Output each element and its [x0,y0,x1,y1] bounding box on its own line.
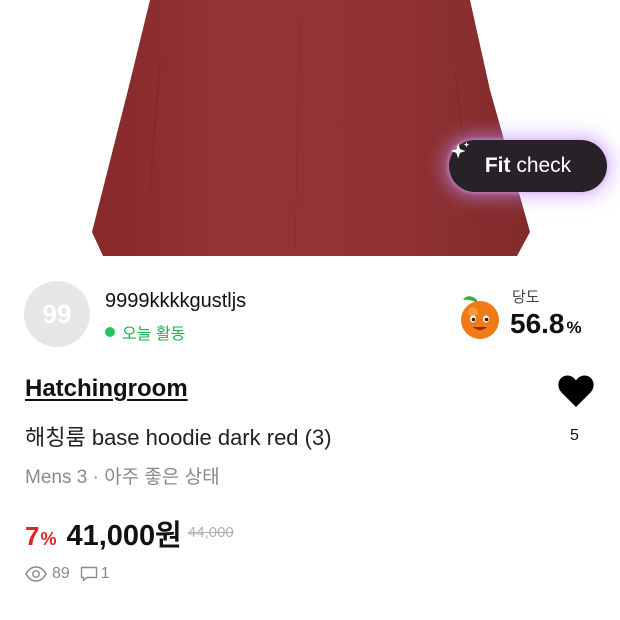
activity-status: 오늘 활동 [105,320,185,344]
activity-dot-icon [105,327,115,337]
sale-price: 41,000원 [66,520,182,552]
discount-unit: % [40,529,57,549]
like-count: 5 [570,427,579,444]
stats-row: 89 1 [25,565,110,583]
seller-username[interactable]: 9999kkkkgustljs [105,290,246,313]
fit-check-label: check [516,154,572,177]
original-price: 44,000 [187,524,234,541]
product-title: 해칭룸 base hoodie dark red (3) [25,425,332,450]
chat-icon [80,566,97,582]
product-image[interactable]: Fit check [0,0,620,256]
sweetness-value: 56.8% [510,308,582,340]
seller-avatar[interactable]: 99 [24,281,90,347]
eye-icon [25,566,47,582]
discount-number: 7 [25,521,40,551]
price-row: 7% 41,000원 44,000 [25,512,234,554]
sweetness-label: 당도 [512,289,540,306]
discount-rate: 7% [25,521,56,552]
product-meta: Mens 3 · 아주 좋은 상태 [25,467,220,488]
fit-check-button[interactable]: Fit check [449,140,607,192]
avatar-text: 99 [42,298,72,329]
sweetness-number: 56.8 [510,308,565,339]
activity-label: 오늘 활동 [122,326,186,343]
peach-face-icon [461,296,499,339]
shop-link[interactable]: Hatchingroom [25,375,188,403]
chat-count: 1 [100,565,110,582]
hoodie-image [92,0,530,256]
heart-icon[interactable] [557,374,595,408]
view-count: 89 [52,565,70,582]
sweetness-unit: % [566,318,582,337]
fit-check-label-bold: Fit [484,154,511,177]
sparkle-icon [450,141,470,159]
